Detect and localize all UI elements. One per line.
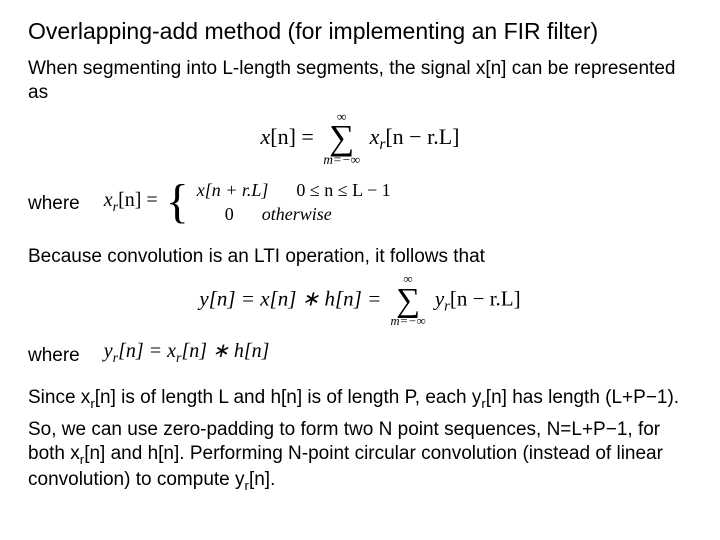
equation-4: yr[n] = xr[n] ∗ h[n]: [104, 339, 270, 368]
eq4-mid: [n] = x: [118, 340, 176, 362]
eq3-rhs-y: y: [435, 287, 444, 311]
eq2-row2-left: 0: [197, 202, 234, 226]
eq3-sum-bot: m=−∞: [391, 316, 426, 327]
eq3-sum-sigma: ∑: [396, 286, 420, 316]
slide-body: When segmenting into L-length segments, …: [28, 57, 692, 495]
paragraph-4: where: [28, 344, 80, 368]
p5c: [n] has length (L+P−1).: [486, 387, 679, 408]
where-row-2: where yr[n] = xr[n] ∗ h[n]: [28, 335, 692, 376]
paragraph-2: where: [28, 192, 80, 216]
eq2-row1-left: x[n + r.L]: [197, 178, 269, 202]
equation-1: x[n] = ∞ ∑ m=−∞ xr[n − r.L]: [28, 111, 692, 166]
slide: Overlapping-add method (for implementing…: [0, 0, 720, 519]
where-row-1: where xr[n] = { x[n + r.L] 0 ≤ n ≤ L − 1…: [28, 174, 692, 235]
paragraph-6: So, we can use zero-padding to form two …: [28, 418, 692, 495]
eq2-row2-right: otherwise: [262, 202, 332, 226]
eq1-sum-bot: m=−∞: [323, 154, 360, 166]
eq1-lhs-x: x: [261, 123, 271, 148]
paragraph-1: When segmenting into L-length segments, …: [28, 57, 692, 105]
p5a: Since x: [28, 387, 90, 408]
eq3-sum: ∞ ∑ m=−∞: [391, 274, 426, 327]
eq1-sum: ∞ ∑ m=−∞: [323, 111, 360, 166]
eq3-rhs-tail: [n − r.L]: [450, 287, 521, 311]
equation-3: y[n] = x[n] ∗ h[n] = ∞ ∑ m=−∞ yr[n − r.L…: [28, 274, 692, 327]
eq3-lhs: y[n] = x[n] ∗ h[n] =: [199, 287, 381, 311]
eq4-tail: [n] ∗ h[n]: [182, 340, 270, 362]
paragraph-5: Since xr[n] is of length L and h[n] is o…: [28, 386, 692, 412]
p5b: [n] is of length L and h[n] is of length…: [95, 387, 482, 408]
eq1-sum-sigma: ∑: [329, 122, 354, 154]
equation-2: xr[n] = { x[n + r.L] 0 ≤ n ≤ L − 1 0 oth…: [104, 178, 391, 227]
eq2-lhs-tail: [n] =: [118, 189, 158, 211]
eq1-rhs-tail: [n − r.L]: [385, 123, 459, 148]
eq1-rhs-x: x: [370, 123, 380, 148]
eq4-y: y: [104, 340, 113, 362]
left-brace-icon: {: [166, 183, 189, 221]
p6b: [n] and h[n]. Performing N-point circula…: [28, 443, 663, 490]
p6c: [n].: [249, 469, 275, 490]
slide-title: Overlapping-add method (for implementing…: [28, 18, 692, 45]
eq2-row1-right: 0 ≤ n ≤ L − 1: [296, 178, 390, 202]
eq1-lhs-n: [n] =: [270, 123, 314, 148]
eq2-lhs-x: x: [104, 189, 113, 211]
eq2-cases: x[n + r.L] 0 ≤ n ≤ L − 1 0 otherwise: [197, 178, 391, 227]
paragraph-3: Because convolution is an LTI operation,…: [28, 245, 692, 269]
